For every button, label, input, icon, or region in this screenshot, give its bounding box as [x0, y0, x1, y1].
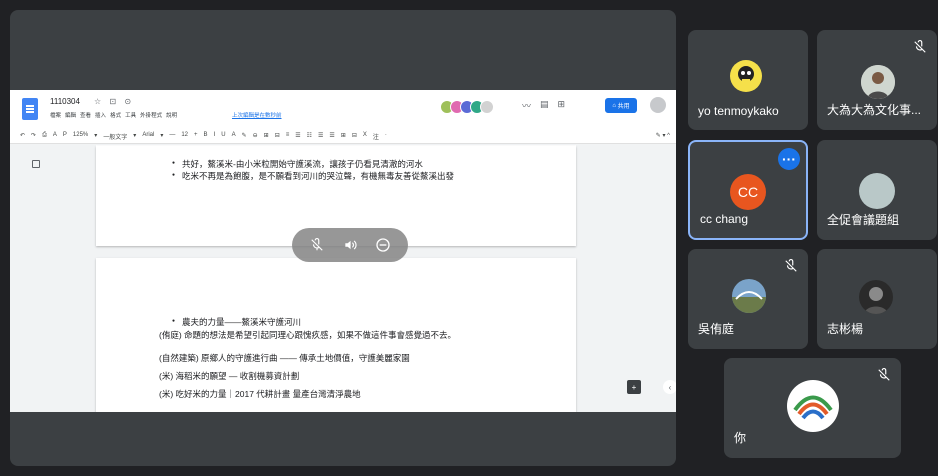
toolbar-item: ✎ — [241, 133, 247, 139]
meet-present-icon: ⊞ — [557, 99, 566, 109]
toolbar-item: Arial — [142, 132, 155, 138]
volume-icon[interactable] — [339, 234, 361, 256]
more-options-icon[interactable]: ··· — [778, 148, 800, 170]
toolbar-item: 125% — [72, 132, 89, 138]
avatar: CC — [730, 174, 766, 210]
doc-paragraph: (自然建築) 原鄉人的守護進行曲 —— 傳承土地價值，守護美麗家園 — [159, 353, 410, 363]
presentation-overlay-controls — [292, 228, 408, 262]
participant-name: 你 — [734, 431, 747, 445]
participant-name: 全促會議題組 — [827, 213, 900, 227]
google-docs-logo-icon — [22, 98, 38, 120]
doc-bullet-line: 吃米不再是為飽腹，是不願看到河川的哭泣聲，有機無毒友善從鰲溪出發 — [172, 170, 454, 182]
document-page-2: 農夫的力量——鰲溪米守護河川 (侑庭) 命題的想法是希望引起同理心跟愧疚感，如果… — [96, 258, 576, 412]
menu-help: 說明 — [166, 113, 178, 119]
toolbar-item: A — [52, 132, 57, 138]
menu-format: 格式 — [110, 113, 122, 119]
participant-tile[interactable]: 大為大為文化事... — [817, 30, 937, 130]
avatar — [859, 173, 895, 209]
mic-off-icon[interactable] — [306, 234, 328, 256]
toolbar-item: 注 — [372, 135, 379, 141]
remove-icon[interactable] — [372, 234, 394, 256]
self-tile[interactable]: 你 — [724, 358, 901, 458]
toolbar-item: P — [62, 132, 67, 138]
docs-header: 1110304 ☆ ⊡ ⊙ 檔案 編輯 查看 插入 格式 工具 外掛程式 說明 … — [10, 90, 676, 130]
toolbar-item: X — [362, 132, 367, 138]
menu-edit: 編輯 — [65, 113, 77, 119]
toolbar-item: A — [231, 132, 236, 138]
participant-tile[interactable]: yo tenmoykako — [688, 30, 808, 130]
toolbar-item: ≡ — [285, 132, 290, 138]
toolbar-item: ↷ — [31, 133, 37, 139]
participant-name: yo tenmoykako — [698, 104, 779, 118]
add-comment-icon: + — [627, 380, 641, 394]
share-button: ⌂ 共用 — [605, 98, 637, 113]
avatar — [787, 380, 839, 432]
toolbar-items: ↶ ↷ ⎙ A P 125% ▾ 一般文字 ▾ Arial ▾ —12 + B I U A ✎ ⊖ ⊞ ⊟ ≡ ☰ ☷ ☰ ☰ ⊞ ⊟… — [20, 132, 387, 141]
header-action-icons: 〰 ▤ ⊞ — [522, 99, 565, 112]
toolbar-item: ▾ — [133, 133, 137, 139]
participant-tile[interactable]: 志彬楊 — [817, 249, 937, 349]
participant-tile[interactable]: 吳侑庭 — [688, 249, 808, 349]
doc-bullet-line: 共好，鰲溪米-由小米粒開始守護溪流，讓孩子仍看見清澈的河水 — [172, 158, 423, 170]
toolbar-item: ⊟ — [274, 133, 280, 139]
toolbar-item: ☷ — [306, 133, 313, 139]
doc-paragraph: (侑庭) 命題的想法是希望引起同理心跟愧疚感，如果不做這件事會感覺過不去。 — [159, 330, 457, 340]
toolbar-item: ☰ — [295, 133, 301, 139]
toolbar-item: B — [203, 132, 208, 138]
toolbar-item: I — [213, 132, 216, 138]
toolbar-item: ⊖ — [252, 133, 258, 139]
menu-addons: 外掛程式 — [140, 113, 163, 119]
menu-file: 檔案 — [50, 113, 62, 119]
docs-menu-bar: 檔案 編輯 查看 插入 格式 工具 外掛程式 說明 — [50, 111, 177, 119]
toolbar-item: 12 — [181, 132, 189, 138]
toolbar-item: ☰ — [318, 133, 324, 139]
collaborator-avatars — [440, 100, 494, 114]
toolbar-item: ↶ — [20, 133, 26, 139]
toolbar-item: 一般文字 — [103, 135, 128, 141]
doc-paragraph: (米) 吃好米的力量｜2017 代耕計畫 量產台灣清淨農地 — [159, 389, 361, 399]
last-edit-link: 上次編輯是在數秒前 — [232, 113, 282, 119]
toolbar-item: ☰ — [329, 133, 335, 139]
participant-name: 吳侑庭 — [698, 322, 735, 336]
collaborator-avatar — [480, 100, 494, 114]
participant-name: cc chang — [700, 212, 749, 226]
toolbar-item: ▾ — [160, 133, 164, 139]
editing-mode-icon: ✎ ▾ ^ — [655, 133, 670, 139]
collapse-side-panel-icon: ‹ — [663, 380, 676, 394]
presentation-stage: 1110304 ☆ ⊡ ⊙ 檔案 編輯 查看 插入 格式 工具 外掛程式 說明 … — [10, 10, 676, 466]
doc-paragraph: (米) 海稻米的願望 — 收割機募資計劃 — [159, 371, 300, 381]
menu-view: 查看 — [80, 113, 92, 119]
activity-icon: 〰 — [522, 101, 532, 111]
share-button-label: 共用 — [617, 104, 630, 110]
avatar — [732, 279, 766, 313]
document-title: 1110304 — [50, 97, 80, 106]
menu-tools: 工具 — [125, 113, 137, 119]
mic-off-icon — [914, 40, 926, 53]
star-move-status-icons: ☆ ⊡ ⊙ — [94, 97, 135, 106]
toolbar-item: — — [169, 132, 176, 138]
toolbar-item: + — [194, 132, 198, 138]
avatar — [859, 280, 893, 314]
toolbar-item: ⊞ — [340, 133, 346, 139]
toolbar-item: · — [384, 132, 387, 138]
toolbar-item: U — [221, 132, 226, 138]
toolbar-item: ⎙ — [42, 132, 47, 138]
toolbar-item: ⊟ — [351, 133, 357, 139]
participant-tile[interactable]: 全促會議題組 — [817, 140, 937, 240]
avatar — [730, 60, 762, 92]
doc-bullet-line: 農夫的力量——鰲溪米守護河川 — [172, 316, 301, 328]
mic-off-icon — [878, 368, 890, 381]
toolbar-item: ▾ — [94, 133, 98, 139]
document-outline-icon — [32, 160, 40, 168]
avatar — [861, 65, 895, 99]
menu-insert: 插入 — [95, 113, 107, 119]
docs-toolbar: ↶ ↷ ⎙ A P 125% ▾ 一般文字 ▾ Arial ▾ —12 + B I U A ✎ ⊖ ⊞ ⊟ ≡ ☰ ☷ ☰ ☰ ⊞ ⊟… — [10, 130, 676, 144]
comments-icon: ▤ — [540, 99, 549, 109]
mic-off-icon — [785, 259, 797, 272]
participant-name: 志彬楊 — [827, 322, 864, 336]
account-avatar — [650, 97, 666, 113]
participant-name: 大為大為文化事... — [827, 103, 922, 117]
participant-tile-active[interactable]: ··· CC cc chang — [688, 140, 808, 240]
toolbar-item: ⊞ — [263, 133, 269, 139]
